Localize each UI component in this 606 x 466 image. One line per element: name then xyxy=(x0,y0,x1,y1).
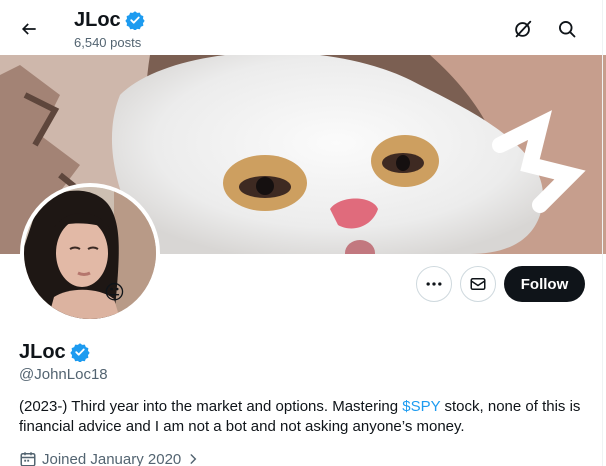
profile-header-bar: JLoc 6,540 posts xyxy=(0,0,606,55)
verified-badge-icon[interactable] xyxy=(70,342,90,362)
post-count: 6,540 posts xyxy=(74,35,142,50)
bio-text-start: (2023-) Third year into the market and o… xyxy=(19,398,403,415)
joined-date-label: Joined January 2020 xyxy=(42,450,182,466)
message-button[interactable] xyxy=(460,266,496,302)
profile-name-row: JLoc xyxy=(19,340,90,364)
joined-date[interactable]: Joined January 2020 xyxy=(19,450,200,466)
profile-handle: @JohnLoc18 xyxy=(19,366,108,383)
column-divider xyxy=(602,0,603,466)
header-title: JLoc xyxy=(74,9,121,31)
avatar[interactable]: 😐 xyxy=(20,183,160,323)
more-icon xyxy=(426,282,442,286)
search-icon xyxy=(559,21,576,38)
envelope-icon xyxy=(470,278,486,290)
cashtag-link[interactable]: $SPY xyxy=(402,398,440,415)
follow-button[interactable]: Follow xyxy=(504,266,585,302)
grok-icon xyxy=(515,20,532,38)
avatar-image: 😐 xyxy=(24,187,156,319)
verified-badge-icon xyxy=(125,11,145,30)
more-options-button[interactable] xyxy=(416,266,452,302)
avatar-emoji: 😐 xyxy=(104,282,125,304)
header-title-block: JLoc 6,540 posts xyxy=(74,8,145,50)
back-button[interactable] xyxy=(12,12,46,46)
grok-button[interactable] xyxy=(506,12,540,46)
profile-display-name: JLoc xyxy=(19,341,66,363)
profile-bio: (2023-) Third year into the market and o… xyxy=(19,397,594,437)
calendar-icon xyxy=(20,452,36,466)
search-button[interactable] xyxy=(550,12,584,46)
chevron-right-icon xyxy=(190,454,197,464)
back-arrow-icon xyxy=(21,23,36,35)
